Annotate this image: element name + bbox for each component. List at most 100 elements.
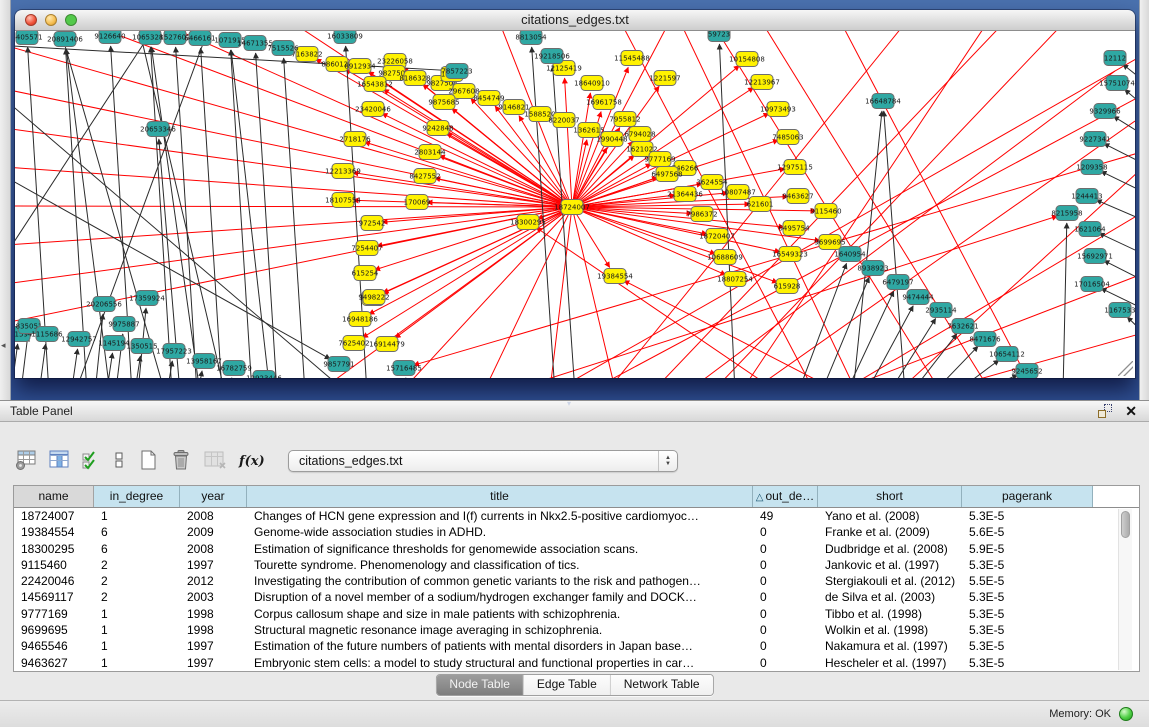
table-cell[interactable]: Dudbridge et al. (2008) bbox=[818, 541, 962, 557]
table-cell[interactable]: 9115460 bbox=[14, 557, 94, 573]
graph-node[interactable]: 1990448 bbox=[596, 132, 627, 147]
table-cell[interactable]: 2012 bbox=[180, 573, 247, 589]
table-cell[interactable]: 2008 bbox=[180, 508, 247, 524]
close-window-button[interactable] bbox=[25, 14, 37, 26]
column-header-in_degree[interactable]: in_degree bbox=[94, 486, 180, 507]
table-cell[interactable]: 5.3E-5 bbox=[962, 589, 1093, 605]
graph-node[interactable]: 7485063 bbox=[772, 130, 803, 145]
column-header-pagerank[interactable]: pagerank bbox=[962, 486, 1093, 507]
table-cell[interactable]: 5.3E-5 bbox=[962, 557, 1093, 573]
table-cell[interactable]: Changes of HCN gene expression and I(f) … bbox=[247, 508, 753, 524]
table-row[interactable]: 1938455462009Genome-wide association stu… bbox=[14, 524, 1139, 540]
graph-node[interactable]: 9463627 bbox=[782, 189, 813, 204]
table-cell[interactable]: 0 bbox=[753, 524, 818, 540]
graph-node[interactable]: 3624554 bbox=[696, 175, 728, 190]
table-row[interactable]: 969969511998Structural magnetic resonanc… bbox=[14, 622, 1139, 638]
table-row[interactable]: 946362711997Embryonic stem cells: a mode… bbox=[14, 655, 1139, 671]
column-header-out_de[interactable]: △out_de… bbox=[753, 486, 818, 507]
collapse-left-icon[interactable]: ◂ bbox=[1, 341, 6, 350]
table-cell[interactable]: 1 bbox=[94, 638, 180, 654]
graph-node[interactable]: 20206556 bbox=[86, 297, 122, 312]
network-window-titlebar[interactable]: citations_edges.txt bbox=[15, 10, 1135, 31]
table-cell[interactable]: 2 bbox=[94, 589, 180, 605]
graph-node[interactable]: 170069 bbox=[404, 195, 431, 210]
table-cell[interactable]: 1 bbox=[94, 622, 180, 638]
graph-node[interactable]: 59723 bbox=[708, 31, 730, 42]
table-row[interactable]: 911546021997Tourette syndrome. Phenomeno… bbox=[14, 557, 1139, 573]
table-cell[interactable]: Estimation of significance thresholds fo… bbox=[247, 541, 753, 557]
left-splitter-gutter[interactable]: ◂ bbox=[0, 0, 11, 400]
graph-node[interactable]: 621601 bbox=[747, 197, 774, 212]
close-panel-icon[interactable]: ✕ bbox=[1125, 404, 1137, 418]
table-cell[interactable]: 0 bbox=[753, 557, 818, 573]
table-cell[interactable]: 5.5E-5 bbox=[962, 573, 1093, 589]
window-resize-grip[interactable] bbox=[1118, 361, 1133, 376]
graph-node[interactable]: 7986372 bbox=[686, 207, 717, 222]
graph-node[interactable]: 6479197 bbox=[882, 275, 913, 290]
table-row[interactable]: 977716911998Corpus callosum shape and si… bbox=[14, 606, 1139, 622]
graph-node[interactable]: 9875685 bbox=[428, 95, 459, 110]
right-splitter-gutter[interactable] bbox=[1139, 0, 1149, 400]
table-cell[interactable]: Embryonic stem cells: a model to study s… bbox=[247, 655, 753, 671]
table-cell[interactable]: 1 bbox=[94, 508, 180, 524]
graph-node[interactable]: 1221597 bbox=[649, 71, 680, 86]
graph-node[interactable]: 615254 bbox=[352, 266, 379, 281]
table-cell[interactable]: 5.3E-5 bbox=[962, 606, 1093, 622]
table-cell[interactable]: 9463627 bbox=[14, 655, 94, 671]
graph-node[interactable]: 9227341 bbox=[1079, 132, 1110, 147]
table-cell[interactable]: Franke et al. (2009) bbox=[818, 524, 962, 540]
graph-node[interactable]: 10688609 bbox=[707, 250, 743, 265]
table-cell[interactable]: 0 bbox=[753, 655, 818, 671]
graph-node[interactable]: 15716485 bbox=[386, 361, 422, 376]
delete-column-icon[interactable] bbox=[169, 449, 193, 471]
table-cell[interactable]: Structural magnetic resonance image aver… bbox=[247, 622, 753, 638]
table-cell[interactable]: 1997 bbox=[180, 638, 247, 654]
table-vertical-scrollbar[interactable] bbox=[1118, 509, 1132, 670]
graph-node[interactable]: 9975887 bbox=[108, 317, 139, 332]
table-cell[interactable]: 1 bbox=[94, 606, 180, 622]
table-cell[interactable]: 1998 bbox=[180, 606, 247, 622]
table-cell[interactable]: 1997 bbox=[180, 557, 247, 573]
table-cell[interactable]: 2009 bbox=[180, 524, 247, 540]
table-cell[interactable]: 2008 bbox=[180, 541, 247, 557]
table-cell[interactable]: 2 bbox=[94, 557, 180, 573]
table-row[interactable]: 1830029562008Estimation of significance … bbox=[14, 541, 1139, 557]
select-all-icon[interactable] bbox=[80, 449, 102, 471]
graph-node[interactable]: 9329966 bbox=[1089, 104, 1121, 119]
graph-node[interactable]: 23420046 bbox=[355, 102, 391, 117]
graph-node[interactable]: 18640910 bbox=[574, 76, 610, 91]
table-cell[interactable]: Stergiakouli et al. (2012) bbox=[818, 573, 962, 589]
graph-node[interactable]: 12213369 bbox=[325, 164, 361, 179]
memory-status-led[interactable] bbox=[1119, 707, 1133, 721]
table-cell[interactable]: 14569117 bbox=[14, 589, 94, 605]
column-header-year[interactable]: year bbox=[180, 486, 247, 507]
graph-node[interactable]: 19384554 bbox=[597, 269, 633, 284]
graph-node[interactable]: 16914479 bbox=[369, 337, 405, 352]
table-cell[interactable]: 0 bbox=[753, 638, 818, 654]
table-cell[interactable]: Disruption of a novel member of a sodium… bbox=[247, 589, 753, 605]
graph-node[interactable]: 8938923 bbox=[857, 261, 888, 276]
table-cell[interactable]: 2003 bbox=[180, 589, 247, 605]
table-cell[interactable]: 9699695 bbox=[14, 622, 94, 638]
graph-node[interactable]: 12112 bbox=[1104, 51, 1126, 66]
graph-node[interactable]: 1350515 bbox=[126, 339, 157, 354]
table-cell[interactable]: Wolkin et al. (1998) bbox=[818, 622, 962, 638]
graph-node[interactable]: 9857791 bbox=[323, 357, 354, 372]
tab-network-table[interactable]: Network Table bbox=[611, 675, 713, 695]
deselect-all-icon[interactable] bbox=[111, 449, 127, 471]
table-cell[interactable]: 6 bbox=[94, 524, 180, 540]
graph-node[interactable]: 2935114 bbox=[925, 303, 957, 318]
table-cell[interactable]: Hescheler et al. (1997) bbox=[818, 655, 962, 671]
table-cell[interactable]: 22420046 bbox=[14, 573, 94, 589]
graph-node[interactable]: 8471676 bbox=[969, 332, 1001, 347]
graph-node[interactable]: 10973493 bbox=[760, 102, 796, 117]
table-cell[interactable]: Corpus callosum shape and size in male p… bbox=[247, 606, 753, 622]
graph-node[interactable]: 1167533 bbox=[1104, 303, 1135, 318]
graph-node[interactable]: 5405571 bbox=[15, 31, 43, 45]
graph-node[interactable]: 12975115 bbox=[777, 160, 813, 175]
graph-node[interactable]: 10154808 bbox=[729, 52, 765, 67]
graph-node[interactable]: 8912934 bbox=[344, 59, 376, 74]
table-cell[interactable]: 5.9E-5 bbox=[962, 541, 1093, 557]
column-visibility-icon[interactable] bbox=[47, 449, 71, 471]
table-cell[interactable]: Estimation of the future numbers of pati… bbox=[247, 638, 753, 654]
